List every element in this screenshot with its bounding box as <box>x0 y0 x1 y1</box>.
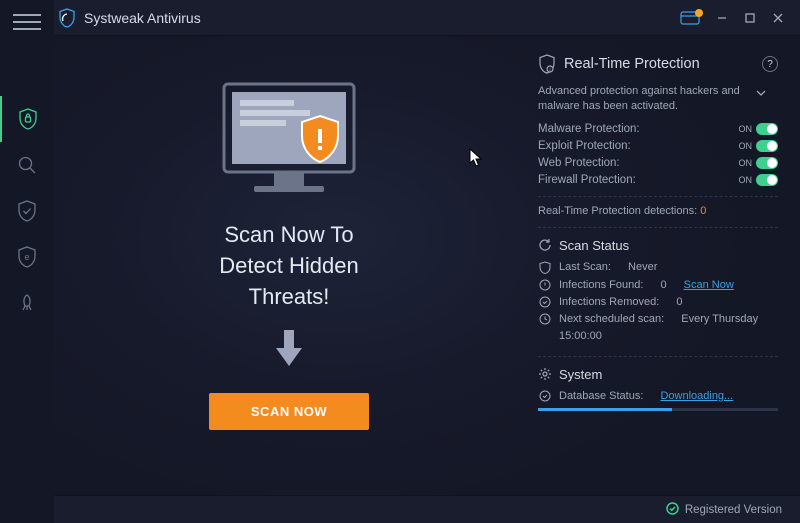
malware-row: Malware Protection: ON <box>538 123 778 135</box>
exploit-toggle[interactable]: ON <box>739 140 779 152</box>
scan-now-link[interactable]: Scan Now <box>684 279 734 291</box>
rtp-help-icon[interactable]: ? <box>762 56 778 72</box>
check-circle-icon <box>539 390 551 402</box>
scan-status-header: Scan Status <box>538 238 778 253</box>
gear-icon <box>538 367 552 381</box>
shield-check-icon <box>17 200 37 222</box>
notification-card-icon[interactable] <box>680 11 700 25</box>
system-header: System <box>538 367 778 382</box>
chevron-down-icon[interactable] <box>756 86 766 101</box>
shield-alert-icon: i <box>538 54 556 74</box>
sidebar: e <box>0 0 54 523</box>
hero-panel: Scan Now To Detect Hidden Threats! SCAN … <box>54 36 524 495</box>
rtp-header: i Real-Time Protection ? <box>538 54 778 74</box>
firewall-row: Firewall Protection: ON <box>538 174 778 186</box>
infections-removed-row: Infections Removed: 0 <box>538 296 778 308</box>
shield-small-icon <box>539 261 551 274</box>
hamburger-icon[interactable] <box>13 8 41 36</box>
nav-search[interactable] <box>0 142 54 188</box>
app-title: Systweak Antivirus <box>84 10 201 26</box>
last-scan-row: Last Scan: Never <box>538 261 778 274</box>
scan-now-button[interactable]: SCAN NOW <box>209 393 369 430</box>
rocket-icon <box>17 293 37 313</box>
svg-text:e: e <box>24 252 29 262</box>
check-icon <box>666 502 679 518</box>
right-panel: i Real-Time Protection ? Advanced protec… <box>524 36 800 495</box>
nav-protect[interactable] <box>0 188 54 234</box>
monitor-illustration <box>204 76 374 206</box>
database-status-value[interactable]: Downloading... <box>660 390 733 402</box>
close-button[interactable] <box>764 4 792 32</box>
minimize-button[interactable] <box>708 4 736 32</box>
maximize-button[interactable] <box>736 4 764 32</box>
next-scan-row: Next scheduled scan: Every Thursday <box>538 313 778 325</box>
download-progress <box>538 408 778 411</box>
nav-boost[interactable] <box>0 280 54 326</box>
rtp-advanced-text: Advanced protection against hackers and … <box>538 84 748 115</box>
next-scan-time: 15:00:00 <box>559 330 778 342</box>
database-status-row: Database Status: Downloading... <box>538 390 778 402</box>
alert-circle-icon <box>539 279 551 291</box>
web-row: Web Protection: ON <box>538 157 778 169</box>
check-circle-icon <box>539 296 551 308</box>
svg-text:i: i <box>549 67 550 73</box>
nav-shield[interactable] <box>0 96 54 142</box>
exploit-row: Exploit Protection: ON <box>538 140 778 152</box>
infections-found-row: Infections Found: 0 Scan Now <box>538 279 778 291</box>
shield-e-icon: e <box>17 246 37 268</box>
arrow-down-icon <box>274 330 304 371</box>
firewall-toggle[interactable]: ON <box>739 174 779 186</box>
nav-quarantine[interactable]: e <box>0 234 54 280</box>
titlebar: Systweak Antivirus <box>0 0 800 36</box>
hero-headline: Scan Now To Detect Hidden Threats! <box>219 220 358 312</box>
footer: Registered Version <box>54 495 800 523</box>
main-content: Scan Now To Detect Hidden Threats! SCAN … <box>54 36 800 495</box>
malware-toggle[interactable]: ON <box>739 123 779 135</box>
search-icon <box>17 155 37 175</box>
clock-icon <box>539 313 551 325</box>
refresh-icon <box>538 238 552 252</box>
rtp-detections: Real-Time Protection detections: 0 <box>538 205 778 217</box>
web-toggle[interactable]: ON <box>739 157 779 169</box>
registered-label: Registered Version <box>685 504 782 516</box>
shield-lock-icon <box>18 108 38 130</box>
app-logo-icon <box>58 8 76 28</box>
